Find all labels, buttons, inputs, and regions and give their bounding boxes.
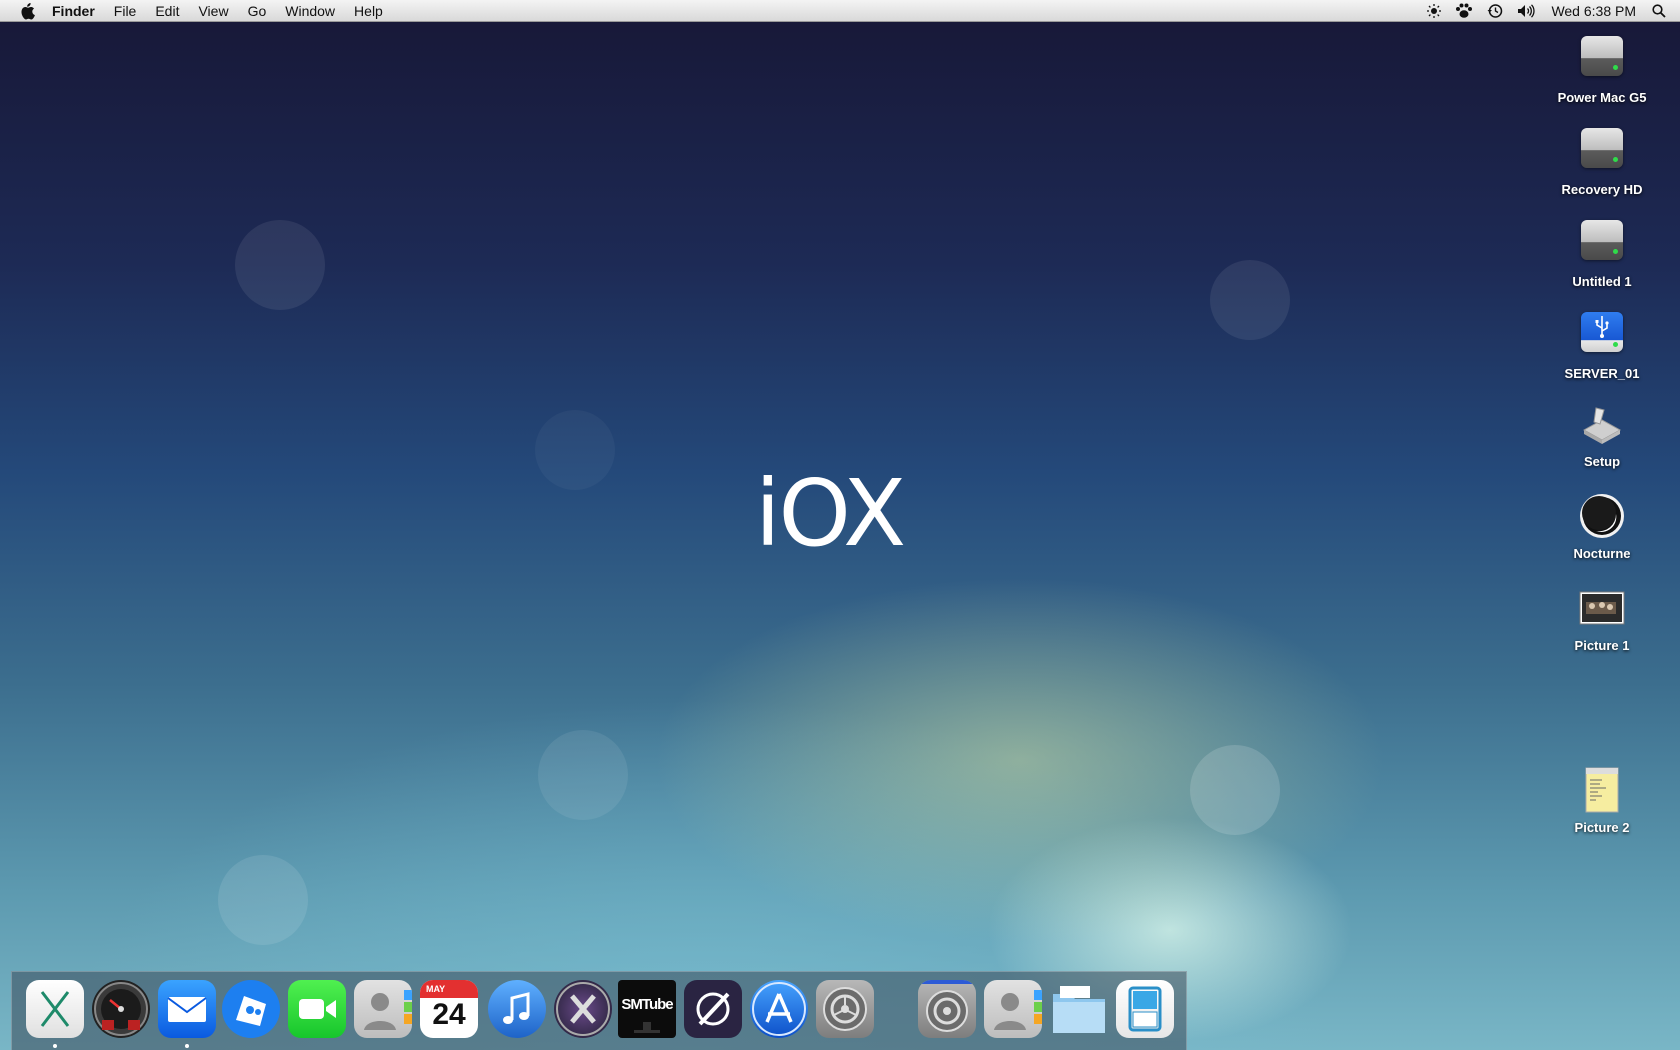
hard-drive-icon (1581, 36, 1623, 76)
desktop-logo-text: iOX (755, 460, 906, 567)
menu-edit[interactable]: Edit (155, 0, 179, 22)
notes-file-icon (1578, 766, 1626, 814)
dock-item-facetime[interactable] (288, 980, 346, 1038)
desktop-icon-nocturne[interactable]: Nocturne (1547, 492, 1657, 561)
mail-icon (167, 997, 207, 1022)
desktop-icon-label: SERVER_01 (1564, 366, 1640, 381)
brightness-icon[interactable] (1427, 4, 1442, 18)
menu-clock[interactable]: Wed 6:38 PM (1551, 3, 1636, 19)
dock-item-scrivener[interactable] (684, 980, 742, 1038)
apple-logo-icon[interactable] (18, 2, 36, 20)
desktop-icon-label: Untitled 1 (1572, 274, 1632, 289)
menu-file[interactable]: File (114, 0, 137, 22)
calendar-icon: MAY 24 (420, 980, 478, 1038)
itunes-icon (503, 992, 530, 1024)
facetime-icon (299, 999, 336, 1019)
paw-icon[interactable] (1455, 3, 1473, 19)
desktop-icon-server-01[interactable]: SERVER_01 (1547, 308, 1657, 381)
dock-stack-contacts[interactable] (984, 980, 1042, 1038)
dock-item-itunes[interactable] (488, 980, 546, 1038)
bokeh-light (538, 730, 628, 820)
downloads-folder-icon (1053, 986, 1105, 1033)
dashboard-icon (94, 982, 148, 1036)
desktop-icon-label: Power Mac G5 (1557, 90, 1647, 105)
hard-drive-icon (1581, 128, 1623, 168)
cyberduck-icon (236, 996, 266, 1026)
desktop-icon-untitled-1[interactable]: Untitled 1 (1547, 216, 1657, 289)
menu-bar: Finder File Edit View Go Window Help Wed… (0, 0, 1680, 22)
dock-stack-system-preferences[interactable] (918, 980, 976, 1038)
time-machine-icon[interactable] (1487, 3, 1503, 19)
dock-item-mission-control[interactable] (554, 980, 612, 1038)
mission-control-icon (556, 982, 610, 1036)
bokeh-light (535, 410, 615, 490)
desktop-icon-picture-2[interactable]: Picture 2 (1547, 766, 1657, 835)
dock-item-calendar[interactable]: MAY 24 (420, 980, 478, 1038)
menu-go[interactable]: Go (248, 0, 267, 22)
menu-app-finder[interactable]: Finder (52, 0, 95, 22)
contacts-stack-icon (994, 990, 1042, 1030)
desktop-icon-label: Setup (1583, 454, 1621, 469)
menu-view[interactable]: View (198, 0, 228, 22)
desktop-icon-label: Nocturne (1573, 546, 1631, 561)
menu-help[interactable]: Help (354, 0, 383, 22)
bokeh-light (235, 220, 325, 310)
desktop-icon-power-mac-g5[interactable]: Power Mac G5 (1547, 32, 1657, 105)
bokeh-light (218, 855, 308, 945)
spotlight-icon[interactable] (1652, 4, 1666, 18)
mac-os-x-icon (40, 991, 70, 1027)
scrivener-icon (696, 992, 730, 1026)
desktop-icon-label: Picture 1 (1574, 638, 1630, 653)
smtube-label: SMTube (621, 996, 673, 1013)
bokeh-light (1190, 745, 1280, 835)
usb-drive-icon (1581, 312, 1623, 352)
dock-item-dashboard[interactable] (92, 980, 150, 1038)
running-indicator (53, 1044, 57, 1048)
calendar-month: MAY (426, 984, 446, 994)
dock-item-cyberduck[interactable] (222, 980, 280, 1038)
dock-item-mac-os-x[interactable] (26, 980, 84, 1038)
desktop-icon-recovery-hd[interactable]: Recovery HD (1547, 124, 1657, 197)
trash-icon (1128, 986, 1162, 1032)
menu-window[interactable]: Window (285, 0, 335, 22)
app-store-icon (752, 982, 806, 1036)
dock: MAY 24 SMTube (11, 971, 1187, 1050)
dock-item-mail[interactable] (158, 980, 216, 1038)
dock-item-trash[interactable] (1116, 980, 1174, 1038)
dock-item-app-store[interactable] (750, 980, 808, 1038)
dock-item-contacts[interactable] (354, 980, 412, 1038)
smtube-icon: SMTube (618, 980, 676, 1038)
desktop-icon-setup[interactable]: Setup (1547, 400, 1657, 469)
system-preferences-stack-icon (922, 980, 972, 1032)
dock-stack-downloads[interactable] (1050, 980, 1108, 1038)
menu-extras: Wed 6:38 PM (1413, 0, 1666, 22)
contacts-icon (364, 990, 412, 1030)
running-indicator (185, 1044, 189, 1048)
desktop-icon-label: Recovery HD (1561, 182, 1643, 197)
image-file-icon (1578, 584, 1626, 632)
calendar-day: 24 (432, 998, 466, 1031)
bokeh-light (1210, 260, 1290, 340)
hard-drive-icon (1581, 220, 1623, 260)
desktop-icon-label: Picture 2 (1574, 820, 1630, 835)
installer-icon (1578, 400, 1626, 448)
system-preferences-icon (823, 987, 867, 1031)
desktop-icon-picture-1[interactable]: Picture 1 (1547, 584, 1657, 653)
dock-item-smtube[interactable]: SMTube (618, 980, 676, 1038)
nocturne-icon (1578, 492, 1626, 540)
volume-icon[interactable] (1517, 4, 1536, 18)
dock-item-system-preferences[interactable] (816, 980, 874, 1038)
